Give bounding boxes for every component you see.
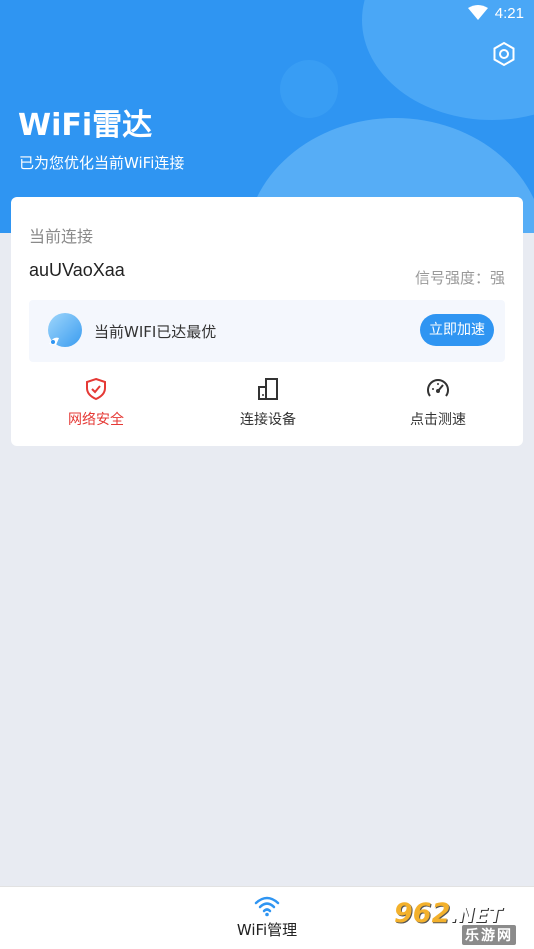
nav-label: WiFi管理 bbox=[236, 921, 298, 939]
header-bubble bbox=[280, 60, 338, 118]
devices-icon bbox=[258, 378, 278, 400]
status-time: 4:21 bbox=[494, 5, 524, 22]
app-title: WiFi雷达 bbox=[18, 108, 153, 143]
nav-item-wifi-management[interactable]: WiFi管理 bbox=[217, 895, 317, 940]
action-label: 连接设备 bbox=[240, 412, 296, 428]
shield-check-icon bbox=[86, 377, 106, 401]
wifi-icon bbox=[254, 896, 280, 917]
optimization-status: 当前WIFI已达最优 bbox=[94, 323, 217, 341]
action-label: 点击测速 bbox=[410, 412, 466, 428]
speed-test-button[interactable]: 点击测速 bbox=[378, 377, 498, 429]
app-subtitle: 已为您优化当前WiFi连接 bbox=[19, 154, 185, 172]
connection-card: 当前连接 auUVaoXaa 信号强度：强 当前WIFI已达最优 立即加速 网络… bbox=[11, 197, 523, 446]
watermark-logo: 962.NET 乐游网 bbox=[394, 898, 530, 945]
speedometer-icon bbox=[427, 379, 449, 397]
action-row: 网络安全 连接设备 点击测速 bbox=[11, 377, 523, 437]
wifi-signal-icon bbox=[468, 5, 488, 20]
network-ssid: auUVaoXaa bbox=[29, 260, 125, 280]
connected-devices-button[interactable]: 连接设备 bbox=[208, 377, 328, 429]
settings-button[interactable] bbox=[490, 40, 518, 68]
rocket-icon bbox=[48, 313, 82, 347]
section-label: 当前连接 bbox=[29, 227, 94, 246]
signal-strength: 信号强度：强 bbox=[414, 269, 505, 287]
boost-button[interactable]: 立即加速 bbox=[420, 314, 494, 346]
network-security-button[interactable]: 网络安全 bbox=[36, 377, 156, 429]
optimization-panel: 当前WIFI已达最优 立即加速 bbox=[29, 300, 505, 362]
gear-icon bbox=[493, 41, 515, 67]
status-bar: 4:21 bbox=[0, 0, 534, 28]
watermark-subtext: 乐游网 bbox=[462, 925, 516, 945]
action-label: 网络安全 bbox=[68, 412, 124, 428]
